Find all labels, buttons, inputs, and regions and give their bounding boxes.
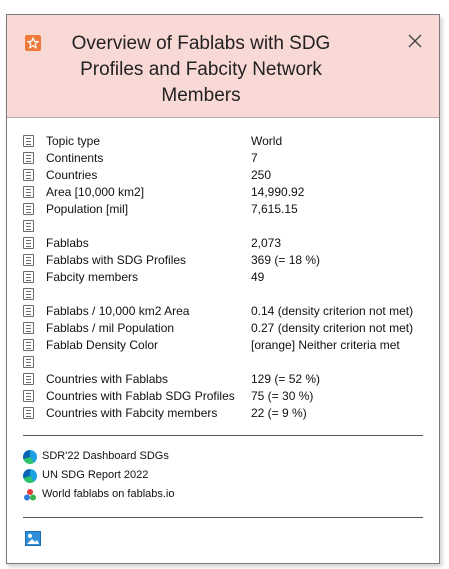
list-icon — [23, 407, 34, 419]
attribute-label: Fabcity members — [46, 270, 139, 284]
link-label[interactable]: World fablabs on fablabs.io — [42, 485, 175, 504]
attribute-row: Countries with Fabcity members 22 (= 9 %) — [23, 405, 428, 422]
attribute-row: Countries with Fablab SDG Profiles 75 (= … — [23, 388, 428, 405]
attribute-value: 7 — [251, 151, 258, 165]
attribute-row: Area [10,000 km2] 14,990.92 — [23, 184, 428, 201]
popup-title-line: Overview of Fablabs with SDG — [71, 33, 331, 54]
link-un-sdg-report[interactable]: UN SDG Report 2022 — [23, 466, 423, 485]
list-icon — [23, 220, 34, 232]
attribute-label: Countries with Fablab SDG Profiles — [46, 389, 235, 403]
attribute-row: Fablab Density Color [orange] Neither cri… — [23, 337, 428, 354]
attribute-row: Topic type World — [23, 133, 428, 150]
attribute-value: 22 (= 9 %) — [251, 406, 307, 420]
popup-title-line: Members — [161, 85, 241, 106]
list-icon — [23, 288, 34, 300]
popup-header: Overview of Fablabs with SDG Profiles an… — [7, 15, 439, 118]
attribute-label: Continents — [46, 151, 104, 165]
list-icon — [23, 271, 34, 283]
attribute-value: [orange] Neither criteria met — [251, 338, 400, 352]
link-list: SDR'22 Dashboard SDGs UN SDG Report 2022… — [23, 447, 423, 504]
fablabs-icon — [23, 488, 37, 502]
list-icon — [23, 254, 34, 266]
attribute-label: Population [mil] — [46, 202, 129, 216]
attribute-label: Area [10,000 km2] — [46, 185, 145, 199]
attribute-row: Fablabs 2,073 — [23, 235, 428, 252]
list-icon — [23, 152, 34, 164]
attribute-label: Fablabs / 10,000 km2 Area — [46, 304, 190, 318]
attribute-list: Topic type World Continents 7 Countries 250 Ar… — [23, 133, 428, 422]
attribute-value: 250 — [251, 168, 272, 182]
link-label[interactable]: SDR'22 Dashboard SDGs — [42, 447, 169, 466]
list-icon — [23, 322, 34, 334]
link-sdr-dashboard[interactable]: SDR'22 Dashboard SDGs — [23, 447, 423, 466]
attribute-row: Countries with Fablabs 129 (= 52 %) — [23, 371, 428, 388]
attribute-value: 129 (= 52 %) — [251, 372, 321, 386]
attribute-value: 49 — [251, 270, 265, 284]
edge-icon — [23, 469, 37, 483]
attribute-row: Fablabs / 10,000 km2 Area 0.14 (density c… — [23, 303, 428, 320]
attribute-label: Fablabs / mil Population — [46, 321, 175, 335]
attribute-value: World — [251, 134, 283, 148]
star-icon — [25, 35, 41, 51]
attribute-row: Population [mil] 7,615.15 — [23, 201, 428, 218]
attribute-row: Fablabs with SDG Profiles 369 (= 18 %) — [23, 252, 428, 269]
attribute-row: Continents 7 — [23, 150, 428, 167]
list-icon — [23, 186, 34, 198]
list-icon — [23, 169, 34, 181]
link-world-fablabs[interactable]: World fablabs on fablabs.io — [23, 485, 423, 504]
attribute-label: Topic type — [46, 134, 101, 148]
attribute-value: 2,073 — [251, 236, 282, 250]
list-icon — [23, 390, 34, 402]
list-icon — [23, 135, 34, 147]
attribute-value: 7,615.15 — [251, 202, 298, 216]
attribute-row: Fablabs / mil Population 0.27 (density cr… — [23, 320, 428, 337]
link-label[interactable]: UN SDG Report 2022 — [42, 466, 148, 485]
attribute-label: Fablab Density Color — [46, 338, 159, 352]
attribute-row: Countries 250 — [23, 167, 428, 184]
popup-title-line: Profiles and Fabcity Network — [80, 59, 322, 80]
attribute-value: 0.14 (density criterion not met) — [251, 304, 414, 318]
popup-panel: Overview of Fablabs with SDG Profiles an… — [6, 14, 440, 564]
list-icon — [23, 305, 34, 317]
attribute-value: 14,990.92 — [251, 185, 305, 199]
attribute-row — [23, 286, 428, 303]
attribute-label: Countries with Fablabs — [46, 372, 169, 386]
attribute-label: Countries with Fabcity members — [46, 406, 218, 420]
attribute-label: Countries — [46, 168, 98, 182]
popup-title: Overview of Fablabs with SDG Profiles an… — [51, 31, 351, 109]
list-icon — [23, 356, 34, 368]
edge-icon — [23, 450, 37, 464]
attribute-label: Fablabs with SDG Profiles — [46, 253, 187, 267]
close-icon[interactable] — [405, 31, 425, 51]
attribute-label: Fablabs — [46, 236, 89, 250]
list-icon — [23, 373, 34, 385]
list-icon — [23, 339, 34, 351]
attribute-value: 0.27 (density criterion not met) — [251, 321, 414, 335]
list-icon — [23, 237, 34, 249]
attribute-value: 369 (= 18 %) — [251, 253, 321, 267]
divider — [23, 435, 423, 436]
attribute-row: Fabcity members 49 — [23, 269, 428, 286]
list-icon — [23, 203, 34, 215]
attribute-value: 75 (= 30 %) — [251, 389, 314, 403]
attribute-row — [23, 218, 428, 235]
attribute-row — [23, 354, 428, 371]
image-icon[interactable] — [25, 531, 41, 546]
divider — [23, 517, 423, 518]
